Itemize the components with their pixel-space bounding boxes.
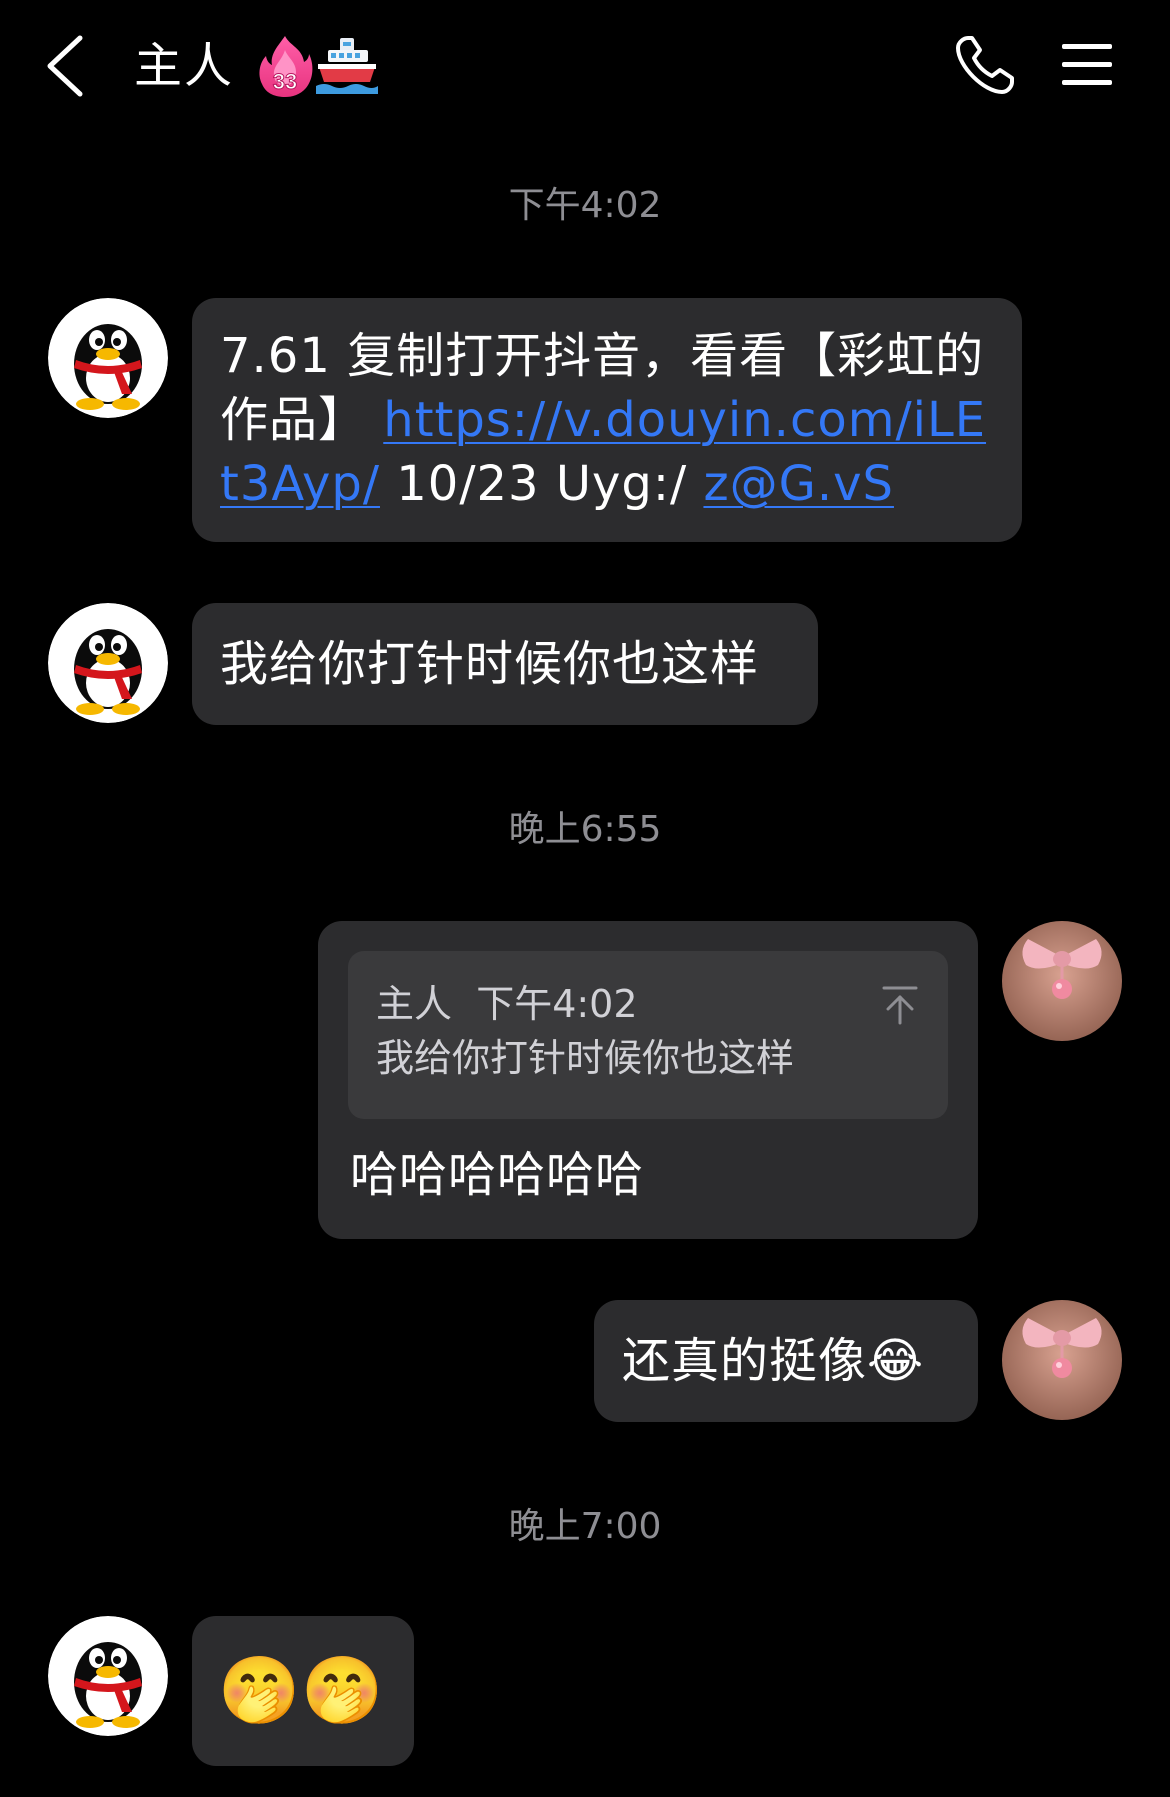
quoted-message[interactable]: 主人 下午4:02 我给你打针时候你也这样	[348, 951, 948, 1119]
my-avatar[interactable]	[1002, 921, 1122, 1041]
qq-penguin-icon	[48, 1616, 168, 1736]
back-chevron-icon[interactable]	[44, 34, 88, 98]
message-text: 还真的挺像😂	[622, 1329, 950, 1393]
fire-badge-icon: 33	[259, 36, 313, 97]
pink-bow-bell-avatar-icon	[1002, 1300, 1122, 1420]
ship-badge-icon	[316, 38, 378, 94]
message-bubble[interactable]: 我给你打针时候你也这样	[192, 603, 818, 725]
qq-penguin-icon	[48, 603, 168, 723]
quote-time: 下午4:02	[476, 982, 638, 1026]
quote-text: 我给你打针时候你也这样	[376, 1036, 795, 1080]
quote-header: 主人 下午4:02	[376, 979, 920, 1029]
menu-icon[interactable]	[1062, 42, 1112, 88]
phone-call-icon[interactable]	[954, 34, 1016, 96]
hand-over-mouth-emoji: 🤭	[301, 1652, 385, 1729]
timestamp: 下午4:02	[508, 185, 662, 226]
qq-penguin-icon	[48, 298, 168, 418]
message-text-part: 10/23 Uyg:/	[379, 456, 704, 512]
contact-avatar[interactable]	[48, 298, 168, 418]
hand-over-mouth-emoji: 🤭	[218, 1652, 302, 1729]
message-bubble[interactable]: 7.61 复制打开抖音，看看【彩虹的作品】 https://v.douyin.c…	[192, 298, 1022, 542]
message-text: 哈哈哈哈哈哈	[350, 1147, 645, 1203]
contact-avatar[interactable]	[48, 603, 168, 723]
short-link[interactable]: z@G.vS	[703, 456, 894, 512]
my-avatar[interactable]	[1002, 1300, 1122, 1420]
pink-bow-bell-avatar-icon	[1002, 921, 1122, 1041]
scroll-to-quote-icon[interactable]	[882, 985, 918, 1025]
contact-avatar[interactable]	[48, 1616, 168, 1736]
message-bubble[interactable]: 还真的挺像😂	[594, 1300, 978, 1422]
message-text: 我给你打针时候你也这样	[220, 636, 760, 692]
chat-header: 主人 33	[0, 0, 1170, 140]
timestamp: 晚上7:00	[508, 1506, 662, 1547]
message-bubble[interactable]: 主人 下午4:02 我给你打针时候你也这样 哈哈哈哈哈哈	[318, 921, 978, 1239]
message-text-part: 还真的挺像	[622, 1333, 868, 1389]
tears-of-joy-emoji: 😂	[867, 1333, 925, 1389]
message-bubble[interactable]: 🤭🤭	[192, 1616, 414, 1766]
message-text: 7.61 复制打开抖音，看看【彩虹的作品】 https://v.douyin.c…	[220, 324, 994, 516]
timestamp: 晚上6:55	[508, 809, 662, 850]
quote-sender: 主人	[376, 982, 453, 1026]
message-text: 🤭🤭	[218, 1650, 388, 1732]
badge-number: 33	[273, 69, 297, 94]
chat-title[interactable]: 主人	[134, 34, 234, 98]
